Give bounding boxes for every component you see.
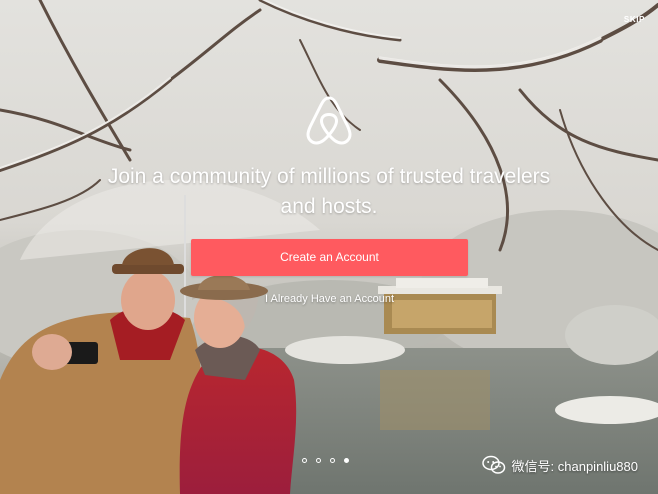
page-dot-4-active[interactable] bbox=[344, 458, 349, 463]
create-account-button[interactable]: Create an Account bbox=[191, 239, 468, 276]
page-indicator bbox=[302, 458, 349, 463]
wechat-icon bbox=[481, 455, 505, 474]
skip-button[interactable]: SKIP bbox=[624, 15, 645, 24]
page-dot-3[interactable] bbox=[330, 458, 335, 463]
headline: Join a community of millions of trusted … bbox=[107, 165, 551, 218]
watermark-text: 微信号: chanpinliu880 bbox=[511, 458, 638, 474]
page-dot-2[interactable] bbox=[316, 458, 321, 463]
airbnb-belo-icon bbox=[306, 96, 352, 145]
onboarding-screen: SKIP Join a community of millions of tru… bbox=[0, 0, 658, 494]
already-have-account-link[interactable]: I Already Have an Account bbox=[191, 293, 468, 305]
page-dot-1[interactable] bbox=[302, 458, 307, 463]
watermark: 微信号: chanpinliu880 bbox=[481, 455, 638, 475]
